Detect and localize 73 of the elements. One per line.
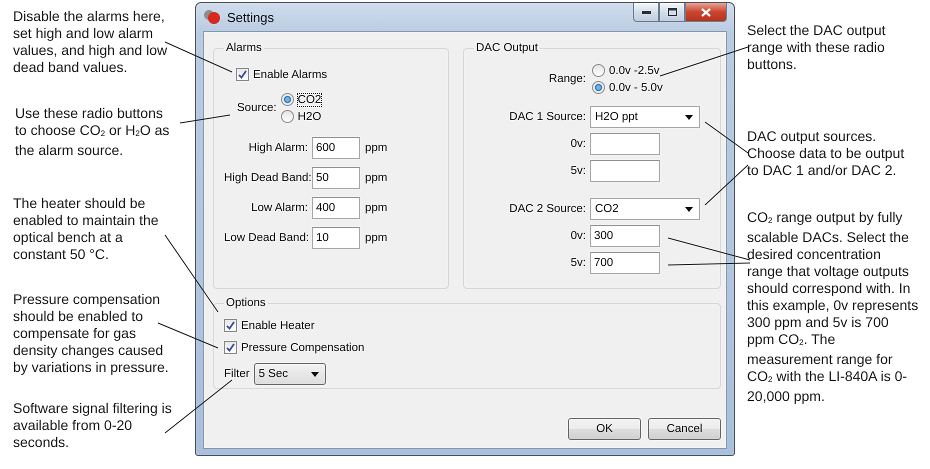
annotation-text: Disable the alarms here, set high and low alarm values, and high and low dead band values. [13, 8, 168, 76]
maximize-icon [668, 8, 676, 16]
radio-button[interactable] [592, 81, 605, 94]
field-label: 5v: [570, 165, 586, 177]
field-label: DAC 1 Source: [508, 111, 586, 123]
leader-line [704, 164, 748, 206]
unit-label: ppm [365, 172, 388, 184]
dialog-button[interactable]: Cancel [648, 418, 721, 440]
radio-label: 0.0v -2.5v [609, 64, 660, 76]
leader-line [180, 114, 230, 124]
number-field[interactable]: 600 [312, 137, 360, 159]
close-icon [701, 8, 711, 16]
checkbox-label: Enable Heater [241, 320, 315, 332]
minimize-icon [642, 10, 650, 14]
leader-line [704, 122, 748, 154]
voltage-field[interactable] [590, 160, 660, 182]
voltage-field[interactable]: 700 [590, 252, 660, 274]
caret-icon [685, 206, 693, 212]
window-title: Settings [227, 10, 274, 24]
field-label: 0v: [570, 138, 586, 150]
source-dropdown[interactable]: CO2 [590, 198, 700, 220]
field-label: Range: [548, 73, 586, 85]
minimize-button[interactable] [633, 3, 659, 22]
annotation-text: The heater should be enabled to maintain the optical bench at a constant 50 °C. [13, 195, 160, 263]
caret-icon [310, 372, 319, 376]
caret-icon [685, 114, 693, 120]
checkbox-label: Pressure Compensation [241, 342, 364, 354]
unit-label: ppm [365, 142, 388, 154]
field-label: High Alarm: [248, 142, 308, 154]
field-label: Source: [237, 102, 277, 114]
checkbox-label: Enable Alarms [253, 68, 328, 80]
group-title: Alarms [225, 42, 263, 54]
field-label: Filter [224, 368, 250, 380]
filter-dropdown[interactable]: 5 Sec [254, 363, 326, 385]
field-label: 0v: [570, 230, 586, 242]
checkbox[interactable] [224, 319, 237, 332]
voltage-field[interactable]: 300 [590, 225, 660, 247]
source-dropdown[interactable]: H2O ppt [590, 106, 700, 128]
field-label: High Dead Band: [224, 172, 308, 184]
field-label: Low Alarm: [250, 202, 308, 214]
checkmark-icon [238, 70, 247, 79]
close-button[interactable] [685, 3, 727, 22]
radio-button[interactable] [280, 93, 294, 106]
annotation-text: Use these radio buttons to choose CO$_{2}$ or H$_{2}$O as the alarm source. [15, 105, 170, 159]
group-title: Options [225, 297, 267, 309]
checkmark-icon [226, 343, 235, 352]
radio-label: H2O [298, 110, 322, 122]
radio-button[interactable] [280, 110, 294, 123]
maximize-button[interactable] [659, 3, 685, 22]
annotation-text: CO$_{2}$ range output by fully scalable DACs. Select the desired concentration range that voltage outputs should correspond with. In this example, 0v represents 300 ppm and 5v is 700 ppm CO$_{2}$. The measurement range for CO$_{2}$ with the LI-840A is 0-20,000 ppm. [747, 209, 919, 405]
leader-line [164, 380, 232, 434]
app-icon [203, 9, 221, 25]
voltage-field[interactable] [590, 133, 660, 155]
group-title: DAC Output [475, 42, 539, 54]
radio-label: CO2 [298, 94, 322, 106]
annotation-text: DAC output sources. Choose data to be output to DAC 1 and/or DAC 2. [747, 128, 906, 179]
checkbox[interactable] [236, 68, 249, 81]
number-field[interactable]: 10 [312, 227, 360, 249]
unit-label: ppm [365, 202, 388, 214]
annotation-text: Software signal filtering is available from 0-20 seconds. [13, 400, 173, 451]
dialog-button[interactable]: OK [568, 418, 641, 440]
checkmark-icon [226, 321, 235, 330]
field-label: Low Dead Band: [224, 232, 308, 244]
unit-label: ppm [365, 232, 388, 244]
radio-label: 0.0v - 5.0v [609, 82, 663, 94]
radio-button[interactable] [592, 64, 605, 77]
annotation-text: Select the DAC output range with these radio buttons. [747, 22, 887, 73]
number-field[interactable]: 50 [312, 167, 360, 189]
checkbox[interactable] [224, 341, 237, 354]
field-label: 5v: [570, 257, 586, 269]
annotation-text: Pressure compensation should be enabled to compensate for gas density changes caused by variations in pressure. [13, 291, 170, 376]
field-label: DAC 2 Source: [508, 203, 586, 215]
number-field[interactable]: 400 [312, 197, 360, 219]
